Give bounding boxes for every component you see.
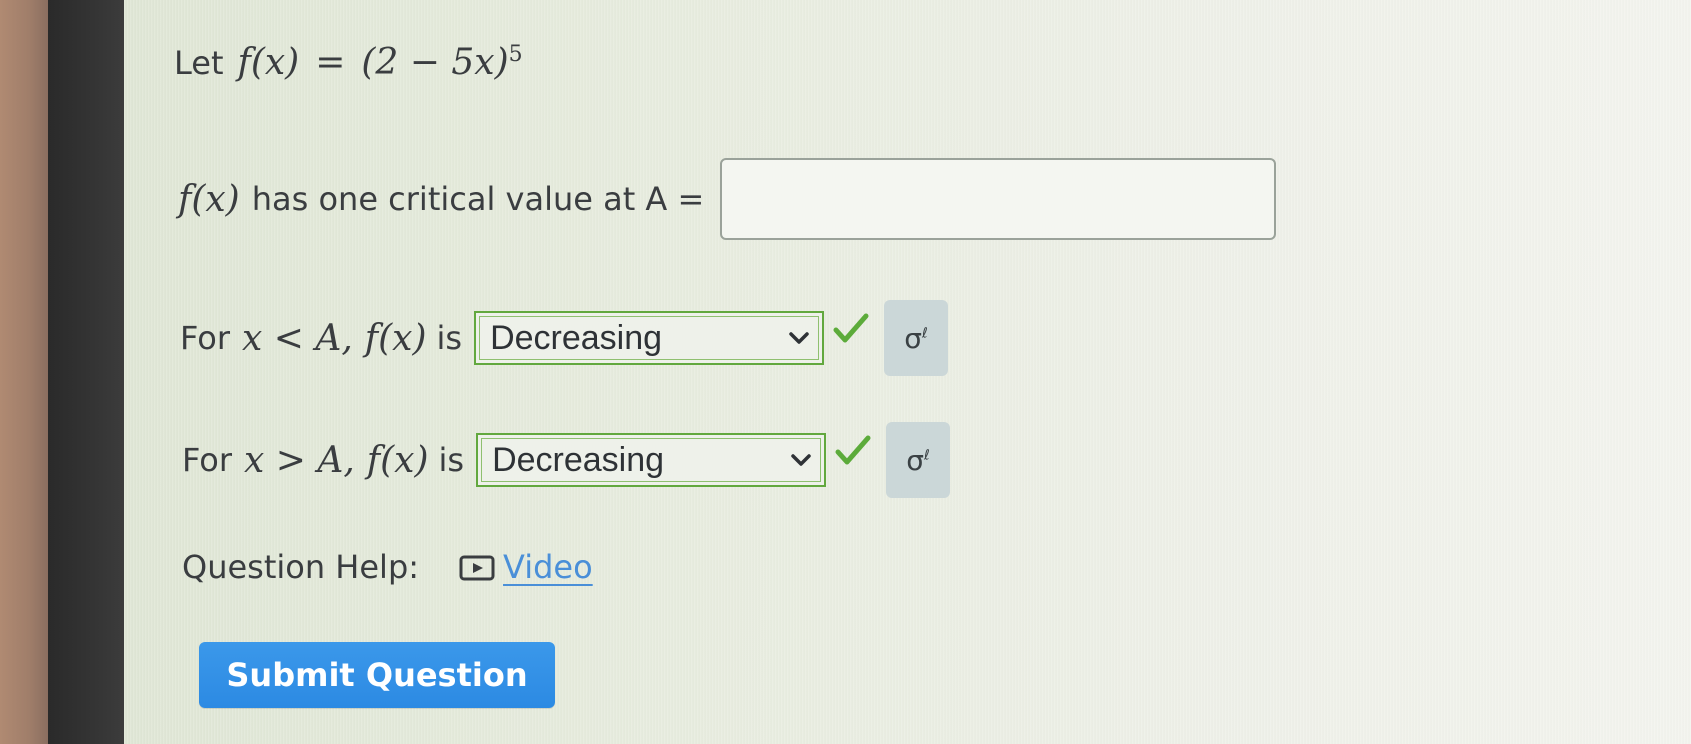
chevron-down-icon (791, 454, 811, 466)
let-label: Let (174, 43, 224, 82)
interval-left-func: f(x) (364, 317, 427, 359)
critical-value-row: f(x) has one critical value at A = (178, 158, 1277, 240)
is-label-1: is (436, 319, 463, 357)
equation-editor-icon: σℓ (906, 443, 930, 477)
interval-right-row: For x > A, f(x) is Decreasing σℓ (182, 422, 951, 498)
critical-value-input[interactable] (720, 158, 1277, 240)
is-label-2: is (438, 441, 465, 479)
behavior-select-right-value: Decreasing (492, 440, 665, 479)
equation-editor-button-right[interactable]: σℓ (886, 422, 951, 498)
submit-question-button[interactable]: Submit Question (199, 642, 555, 708)
critical-func: f(x) (178, 178, 240, 220)
condition-left: x < A, (242, 317, 353, 359)
for-label-2: For (182, 441, 232, 479)
question-help: Question Help: Video (182, 548, 593, 586)
monitor-frame (48, 0, 124, 744)
chevron-down-icon (789, 332, 809, 344)
function-definition: Let f(x) = (2 − 5x)5 (174, 42, 523, 83)
question-panel: Let f(x) = (2 − 5x)5 f(x) has one critic… (174, 0, 1584, 744)
question-help-label: Question Help: (182, 548, 420, 586)
equation-editor-icon: σℓ (904, 321, 928, 355)
function-lhs: f(x) (237, 42, 300, 83)
behavior-select-left-value: Decreasing (490, 318, 663, 357)
interval-left-row: For x < A, f(x) is Decreasing σℓ (180, 300, 949, 376)
screen: Let f(x) = (2 − 5x)5 f(x) has one critic… (124, 0, 1691, 744)
condition-right: x > A, (244, 439, 355, 481)
interval-right-func: f(x) (366, 439, 429, 481)
play-icon[interactable] (459, 555, 495, 581)
behavior-select-left[interactable]: Decreasing (474, 311, 825, 365)
critical-value-label: has one critical value at A = (251, 180, 705, 218)
function-rhs: (2 − 5x)5 (361, 42, 522, 83)
function-exponent: 5 (508, 42, 523, 67)
behavior-select-right[interactable]: Decreasing (476, 433, 827, 487)
checkmark-icon (833, 313, 869, 343)
for-label-1: For (180, 319, 230, 357)
monitor-bezel-left (0, 0, 48, 744)
video-link[interactable]: Video (503, 548, 593, 586)
equals-sign: = (315, 42, 346, 83)
function-rhs-base: (2 − 5x) (361, 42, 509, 83)
equation-editor-button-left[interactable]: σℓ (884, 300, 949, 376)
checkmark-icon (835, 435, 871, 465)
